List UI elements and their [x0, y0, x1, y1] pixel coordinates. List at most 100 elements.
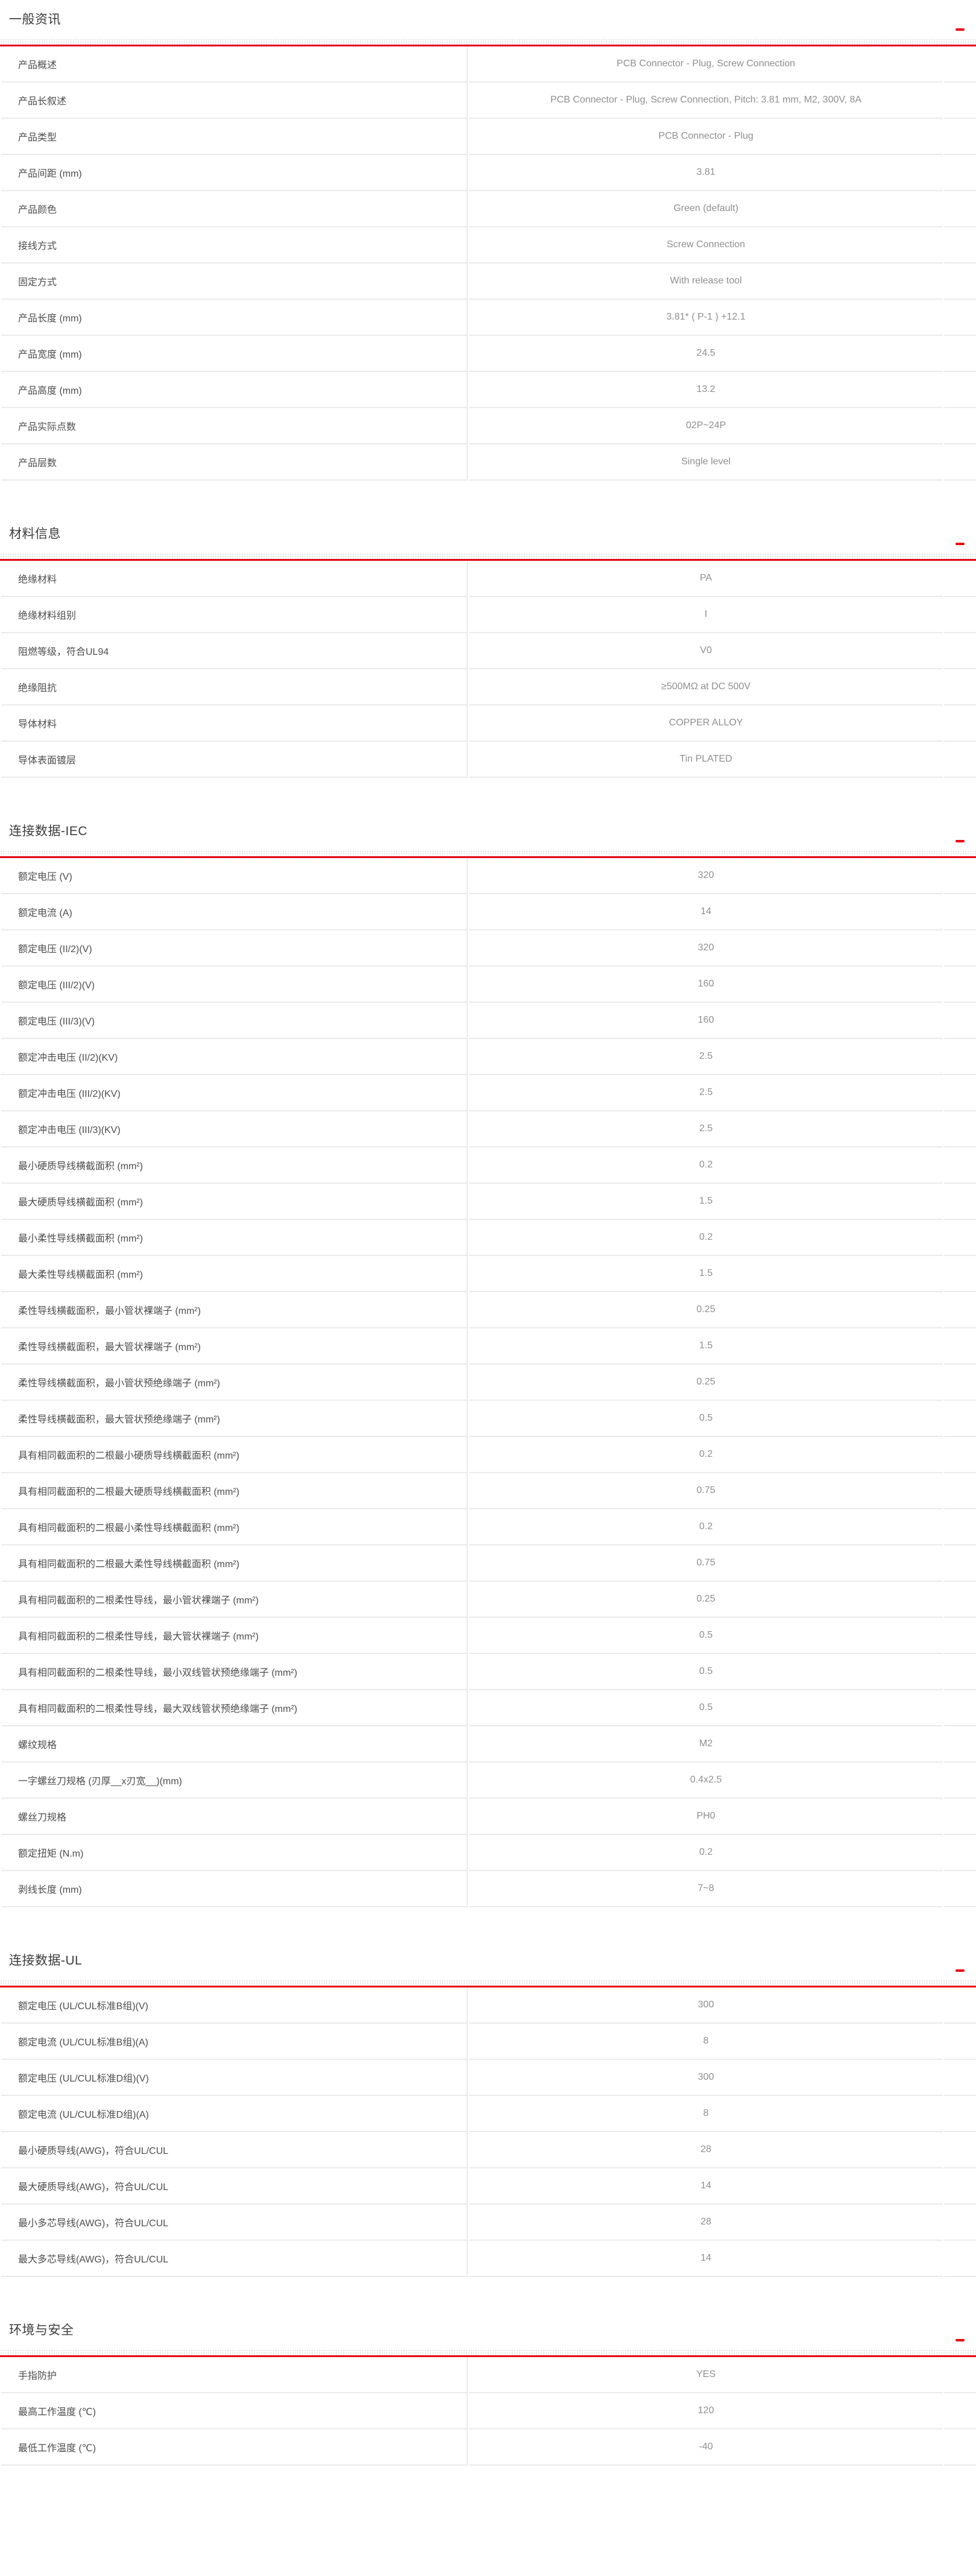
row-value: 14	[469, 894, 943, 930]
collapse-minus-icon[interactable]	[956, 2339, 965, 2341]
table-row: 额定电压 (UL/CUL标准B组)(V) 300	[1, 1987, 976, 2024]
row-label: 额定冲击电压 (II/2)(KV)	[1, 1039, 468, 1075]
row-value: YES	[469, 2357, 943, 2393]
row-spacer	[944, 1148, 976, 1184]
row-label: 导体材料	[1, 706, 468, 742]
table-row: 额定冲击电压 (III/2)(KV) 2.5	[1, 1075, 976, 1111]
table-row: 最大多芯导线(AWG)，符合UL/CUL 14	[1, 2241, 976, 2277]
section-header: 连接数据-UL	[0, 1907, 976, 1979]
row-spacer	[944, 706, 976, 742]
row-value: 1.5	[469, 1256, 943, 1292]
row-label: 产品长度 (mm)	[1, 300, 468, 336]
spec-table: 手指防护 YES 最高工作温度 (℃) 120 最低工作温度 (℃) -40	[0, 2357, 976, 2466]
row-spacer	[944, 597, 976, 633]
row-spacer	[944, 1690, 976, 1726]
table-row: 柔性导线横截面积，最大管状裸端子 (mm²) 1.5	[1, 1328, 976, 1365]
row-label: 产品层数	[1, 444, 468, 481]
table-row: 螺纹规格 M2	[1, 1726, 976, 1763]
table-row: 手指防护 YES	[1, 2357, 976, 2393]
row-label: 额定电压 (UL/CUL标准D组)(V)	[1, 2060, 468, 2096]
table-row: 产品长度 (mm) 3.81* ( P-1 ) +12.1	[1, 300, 976, 336]
section-header: 环境与安全	[0, 2277, 976, 2349]
row-spacer	[944, 2393, 976, 2429]
row-label: 产品实际点数	[1, 408, 468, 444]
row-spacer	[944, 300, 976, 336]
row-label: 额定电流 (UL/CUL标准B组)(A)	[1, 2024, 468, 2060]
row-value: 0.75	[469, 1545, 943, 1582]
row-spacer	[944, 1763, 976, 1799]
collapse-minus-icon[interactable]	[956, 840, 965, 842]
table-row: 额定冲击电压 (III/3)(KV) 2.5	[1, 1111, 976, 1148]
row-label: 额定扭矩 (N.m)	[1, 1835, 468, 1871]
row-value: 14	[469, 2168, 943, 2205]
row-value: 7~8	[469, 1871, 943, 1907]
dotted-divider	[0, 2349, 976, 2355]
table-row: 额定电流 (A) 14	[1, 894, 976, 930]
row-spacer	[944, 1835, 976, 1871]
row-label: 产品宽度 (mm)	[1, 336, 468, 372]
table-row: 产品类型 PCB Connector - Plug	[1, 119, 976, 155]
row-spacer	[944, 2168, 976, 2205]
row-value: 2.5	[469, 1075, 943, 1111]
row-spacer	[944, 408, 976, 444]
spec-section: 材料信息 绝缘材料 PA 绝缘材料组别 I 阻燃等级，符合UL94 V0 绝缘阻…	[0, 481, 976, 778]
row-spacer	[944, 1220, 976, 1256]
row-spacer	[944, 1365, 976, 1401]
row-value: 3.81	[469, 155, 943, 191]
row-value: ≥500MΩ at DC 500V	[469, 669, 943, 706]
table-row: 导体材料 COPPER ALLOY	[1, 706, 976, 742]
table-row: 最大柔性导线横截面积 (mm²) 1.5	[1, 1256, 976, 1292]
row-value: 0.25	[469, 1365, 943, 1401]
table-row: 柔性导线横截面积，最小管状预绝缘端子 (mm²) 0.25	[1, 1365, 976, 1401]
row-spacer	[944, 1473, 976, 1509]
table-row: 最小硬质导线横截面积 (mm²) 0.2	[1, 1148, 976, 1184]
row-label: 具有相同截面积的二根最大柔性导线横截面积 (mm²)	[1, 1545, 468, 1582]
row-label: 柔性导线横截面积，最小管状裸端子 (mm²)	[1, 1292, 468, 1328]
row-label: 绝缘材料	[1, 561, 468, 597]
row-label: 额定电流 (UL/CUL标准D组)(A)	[1, 2096, 468, 2132]
table-row: 具有相同截面积的二根柔性导线，最大管状裸端子 (mm²) 0.5	[1, 1618, 976, 1654]
row-spacer	[944, 2060, 976, 2096]
row-spacer	[944, 2024, 976, 2060]
row-spacer	[944, 1582, 976, 1618]
row-spacer	[944, 1509, 976, 1545]
table-row: 固定方式 With release tool	[1, 264, 976, 300]
row-label: 螺丝刀规格	[1, 1799, 468, 1835]
row-spacer	[944, 2132, 976, 2168]
section-title: 环境与安全	[9, 2323, 976, 2338]
collapse-minus-icon[interactable]	[956, 28, 965, 31]
row-value: Single level	[469, 444, 943, 481]
row-spacer	[944, 2429, 976, 2466]
spec-section: 一般资讯 产品概述 PCB Connector - Plug, Screw Co…	[0, 0, 976, 481]
row-label: 额定电压 (V)	[1, 858, 468, 894]
spec-section: 连接数据-UL 额定电压 (UL/CUL标准B组)(V) 300 额定电流 (U…	[0, 1907, 976, 2277]
row-value: 14	[469, 2241, 943, 2277]
row-value: M2	[469, 1726, 943, 1763]
row-label: 剥线长度 (mm)	[1, 1871, 468, 1907]
row-spacer	[944, 2241, 976, 2277]
table-row: 柔性导线横截面积，最大管状预绝缘端子 (mm²) 0.5	[1, 1401, 976, 1437]
row-label: 柔性导线横截面积，最大管状裸端子 (mm²)	[1, 1328, 468, 1365]
table-row: 剥线长度 (mm) 7~8	[1, 1871, 976, 1907]
table-row: 产品宽度 (mm) 24.5	[1, 336, 976, 372]
row-label: 额定冲击电压 (III/2)(KV)	[1, 1075, 468, 1111]
row-spacer	[944, 1003, 976, 1039]
row-label: 最大柔性导线横截面积 (mm²)	[1, 1256, 468, 1292]
table-row: 额定电压 (III/3)(V) 160	[1, 1003, 976, 1039]
table-row: 额定电压 (III/2)(V) 160	[1, 967, 976, 1003]
row-label: 最低工作温度 (℃)	[1, 2429, 468, 2466]
collapse-minus-icon[interactable]	[956, 1969, 965, 1972]
row-label: 柔性导线横截面积，最小管状预绝缘端子 (mm²)	[1, 1365, 468, 1401]
spec-table: 额定电压 (V) 320 额定电流 (A) 14 额定电压 (II/2)(V) …	[0, 858, 976, 1907]
table-row: 绝缘材料 PA	[1, 561, 976, 597]
row-spacer	[944, 633, 976, 669]
row-value: 0.25	[469, 1582, 943, 1618]
collapse-minus-icon[interactable]	[956, 543, 965, 545]
table-row: 柔性导线横截面积，最小管状裸端子 (mm²) 0.25	[1, 1292, 976, 1328]
row-spacer	[944, 1799, 976, 1835]
row-label: 最高工作温度 (℃)	[1, 2393, 468, 2429]
spec-table: 绝缘材料 PA 绝缘材料组别 I 阻燃等级，符合UL94 V0 绝缘阻抗 ≥50…	[0, 561, 976, 778]
table-row: 产品颜色 Green (default)	[1, 191, 976, 227]
table-row: 额定电压 (V) 320	[1, 858, 976, 894]
row-value: COPPER ALLOY	[469, 706, 943, 742]
